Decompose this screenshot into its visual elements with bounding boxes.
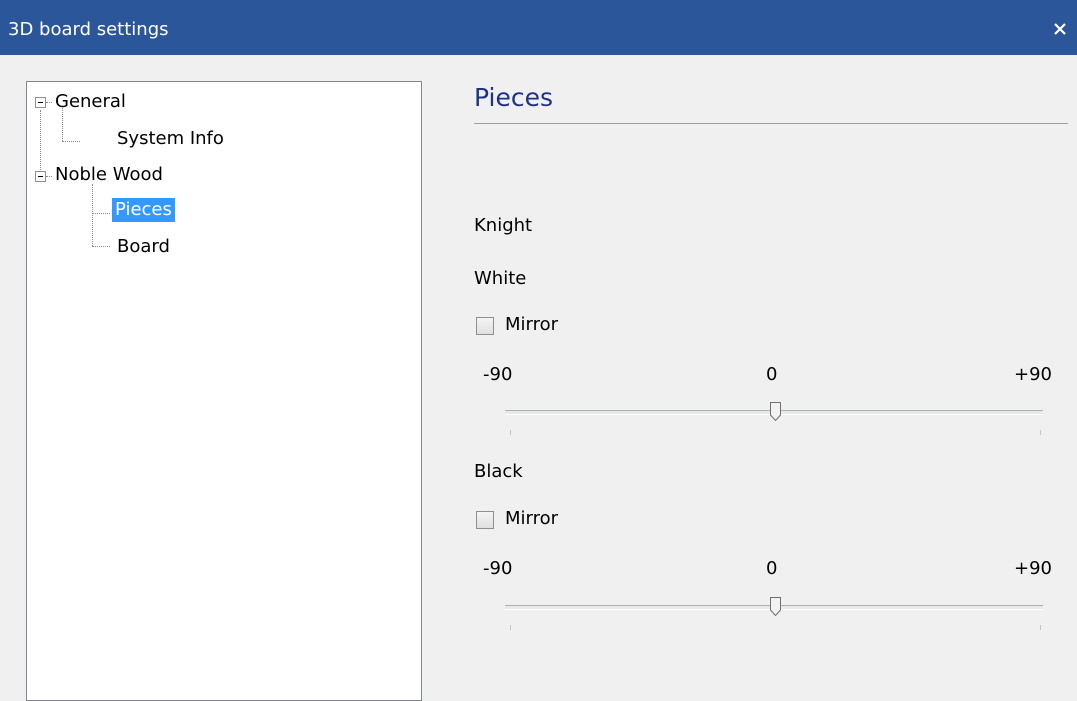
slider-tick	[510, 625, 511, 630]
slider-thumb[interactable]	[770, 402, 781, 421]
close-button[interactable]	[1043, 12, 1077, 48]
title-divider	[474, 123, 1068, 124]
slider-thumb[interactable]	[770, 597, 781, 616]
collapse-icon-noble-wood[interactable]	[35, 171, 46, 182]
tree-item-noble-wood[interactable]: Noble Wood	[52, 163, 166, 187]
black-mirror-checkbox[interactable]	[476, 511, 494, 529]
black-rotation-slider[interactable]	[503, 597, 1043, 637]
close-icon	[1054, 23, 1066, 35]
white-slider-max-label: +90	[1014, 364, 1052, 385]
slider-tick	[510, 430, 511, 435]
black-slider-mid-label: 0	[766, 558, 778, 579]
white-mirror-checkbox[interactable]	[476, 317, 494, 335]
slider-tick	[1040, 430, 1041, 435]
slider-tick	[1040, 625, 1041, 630]
piece-label: Knight	[474, 215, 533, 236]
tree-line	[92, 184, 93, 246]
tree-item-pieces[interactable]: Pieces	[112, 198, 175, 222]
white-rotation-slider[interactable]	[503, 402, 1043, 442]
collapse-icon-general[interactable]	[35, 97, 46, 108]
white-slider-min-label: -90	[483, 364, 513, 385]
black-label: Black	[474, 461, 523, 482]
tree-item-general[interactable]: General	[52, 90, 129, 114]
tree-line	[92, 246, 110, 247]
tree-item-board[interactable]: Board	[114, 235, 173, 259]
page-title: Pieces	[474, 83, 554, 112]
settings-tree[interactable]: General System Info Noble Wood Pieces Bo…	[26, 81, 422, 701]
window-title: 3D board settings	[8, 19, 169, 40]
white-slider-mid-label: 0	[766, 364, 778, 385]
tree-item-system-info[interactable]: System Info	[114, 127, 227, 151]
tree-line	[62, 141, 80, 142]
white-mirror-label[interactable]: Mirror	[505, 314, 558, 335]
title-bar: 3D board settings	[0, 0, 1077, 55]
black-slider-min-label: -90	[483, 558, 513, 579]
tree-line	[92, 213, 110, 214]
black-slider-max-label: +90	[1014, 558, 1052, 579]
white-label: White	[474, 268, 527, 289]
black-mirror-label[interactable]: Mirror	[505, 508, 558, 529]
tree-line	[40, 110, 41, 170]
